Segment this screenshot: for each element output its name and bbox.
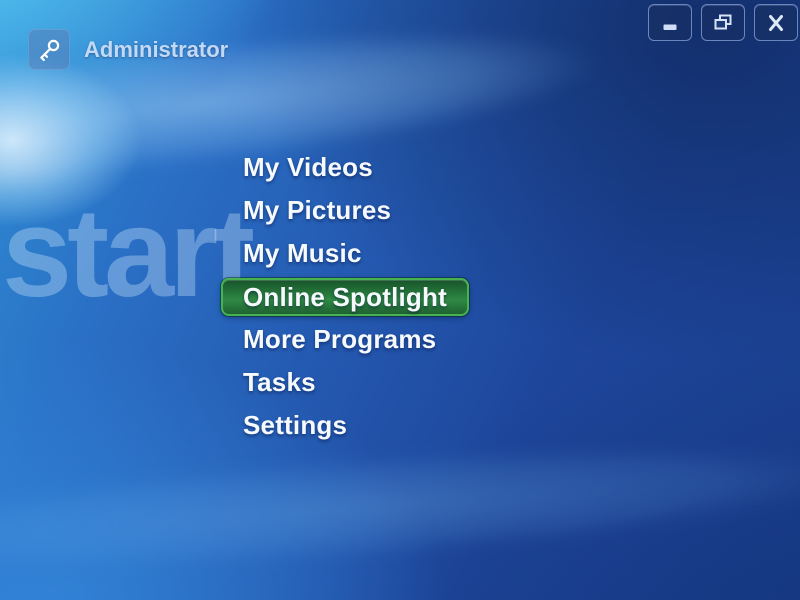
menu-item-tasks[interactable]: Tasks [243,361,469,404]
restore-button[interactable] [701,4,745,41]
minimize-button[interactable] [648,4,692,41]
close-icon [769,14,783,31]
start-watermark: start [2,182,255,323]
menu-item-label: My Pictures [243,195,392,225]
close-button[interactable] [754,4,798,41]
user-name-label: Administrator [84,36,229,62]
key-icon [40,39,60,61]
menu-item-label: Tasks [243,367,316,397]
menu-item-online-spotlight[interactable]: Online Spotlight [221,275,469,318]
user-icon-box [28,29,70,70]
menu-item-label: My Videos [243,152,373,182]
menu-item-more-programs[interactable]: More Programs [243,318,469,361]
minimize-icon [663,24,677,30]
menu-item-my-pictures[interactable]: My Pictures [243,189,469,232]
start-menu: My Videos My Pictures My Music Online Spotl… [221,146,469,447]
menu-item-label: Settings [243,410,348,440]
restore-icon [714,14,732,29]
media-center-start-screen: start Administrator My Videos My Picture… [0,0,800,600]
menu-item-settings[interactable]: Settings [243,404,469,447]
selected-menu-item-highlight: Online Spotlight [221,277,469,316]
menu-item-my-videos[interactable]: My Videos [243,146,469,189]
menu-item-my-music[interactable]: My Music [243,232,469,275]
window-controls [648,4,798,41]
menu-item-label: My Music [243,238,362,268]
menu-item-label: More Programs [243,324,437,354]
logged-in-user-badge: Administrator [28,29,228,70]
